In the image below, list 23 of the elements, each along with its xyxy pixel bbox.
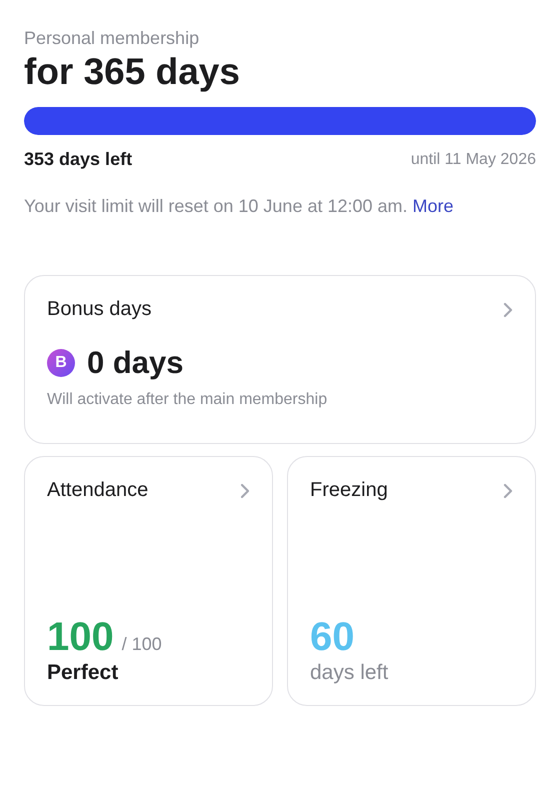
card-title: Attendance (47, 479, 148, 502)
score-rating: Perfect (47, 661, 120, 685)
membership-label: Personal membership (24, 28, 200, 49)
chevron-right-icon (240, 482, 250, 498)
freeze-days-count: 60 (310, 617, 354, 657)
membership-title: for 365 days (24, 51, 241, 93)
card-title: Bonus days (47, 298, 152, 321)
chevron-right-icon (503, 302, 513, 318)
bonus-days-count: 0 days (87, 345, 184, 381)
more-link[interactable]: More (412, 196, 454, 216)
bonus-badge: B (47, 349, 75, 377)
attendance-card[interactable]: Attendance 100 / 100 Perfect (24, 456, 273, 706)
card-title: Freezing (310, 479, 388, 502)
score-total: / 100 (122, 634, 162, 655)
attendance-score: 100 (47, 617, 114, 657)
end-date: until 11 May 2026 (410, 150, 536, 168)
bonus-days-card[interactable]: Bonus days B 0 days Will activate after the main membership (24, 275, 536, 444)
freezing-card[interactable]: Freezing 60 days left (287, 456, 536, 706)
freeze-caption: days left (310, 661, 390, 685)
days-left: 353 days left (24, 149, 132, 170)
bonus-note: Will activate after the main membership (47, 391, 328, 409)
reset-notice: Your visit limit will reset on 10 June at 12:00 am. More (24, 196, 455, 217)
chevron-right-icon (503, 482, 513, 498)
